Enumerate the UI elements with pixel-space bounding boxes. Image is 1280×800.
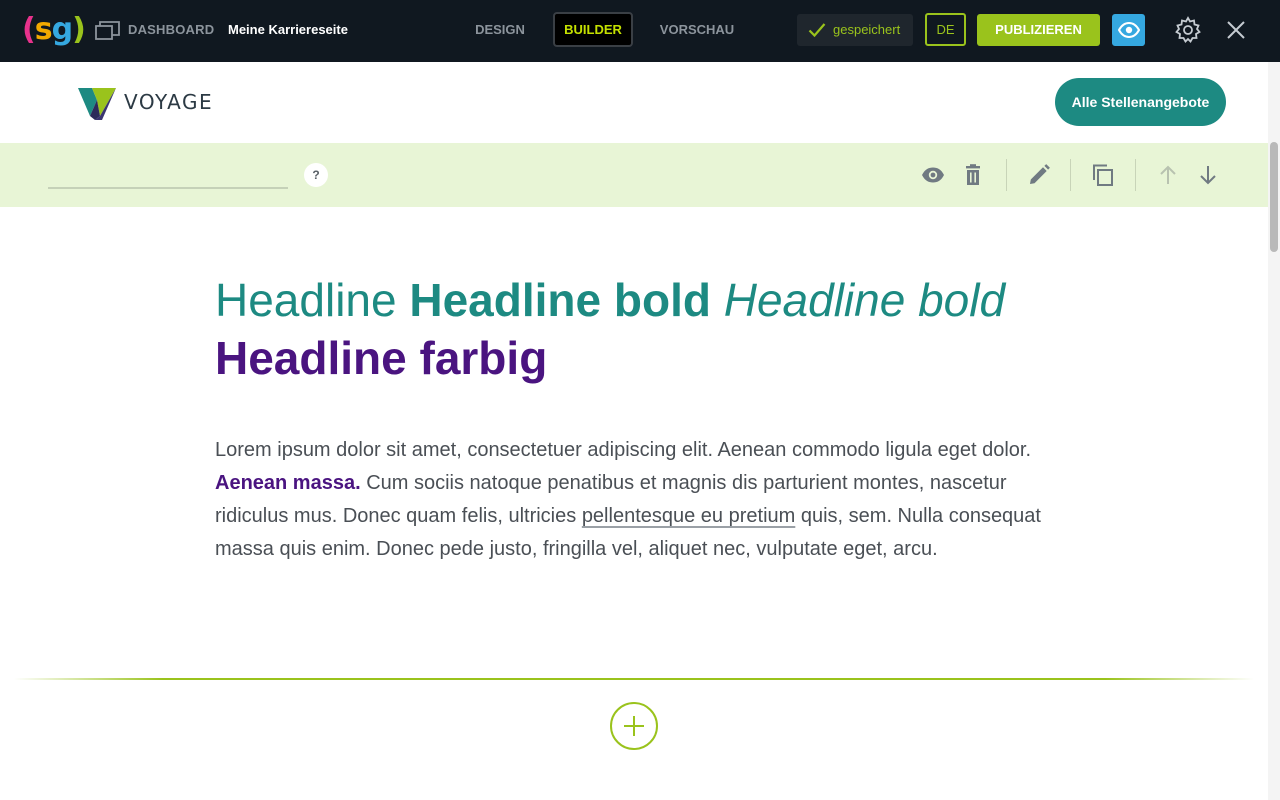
headline-normal: Headline	[215, 274, 397, 326]
tab-preview[interactable]: VORSCHAU	[652, 12, 742, 47]
dashboard-link[interactable]: DASHBOARD	[128, 22, 214, 37]
body-paragraph[interactable]: Lorem ipsum dolor sit amet, consectetuer…	[215, 434, 1055, 566]
language-button[interactable]: DE	[925, 13, 966, 46]
paragraph-link[interactable]: pellentesque eu pretium	[582, 505, 795, 527]
paragraph-strong: Aenean massa.	[215, 472, 361, 494]
arrow-up-icon[interactable]	[1156, 163, 1180, 187]
help-button[interactable]: ?	[304, 163, 328, 187]
eye-icon[interactable]	[921, 163, 945, 187]
toolbar-separator	[1070, 159, 1071, 191]
app-topbar: (sg) DASHBOARD Meine Karriereseite DESIG…	[0, 0, 1280, 62]
copy-icon[interactable]	[1091, 163, 1115, 187]
brand-name: VOYAGE	[124, 90, 214, 114]
saved-status-label: gespeichert	[833, 22, 901, 37]
add-section-button[interactable]	[610, 702, 658, 750]
headline-colored: Headline farbig	[215, 332, 548, 384]
tab-builder[interactable]: BUILDER	[553, 12, 633, 47]
toolbar-separator	[1135, 159, 1136, 191]
trash-icon[interactable]	[961, 163, 985, 187]
content-section: Headline Headline bold Headline bold Hea…	[0, 207, 1268, 800]
page-scrollbar[interactable]	[1268, 62, 1280, 800]
all-jobs-button[interactable]: Alle Stellenangebote	[1055, 78, 1226, 126]
site-title: Meine Karriereseite	[228, 22, 348, 37]
toolbar-separator	[1006, 159, 1007, 191]
headline[interactable]: Headline Headline bold Headline bold Hea…	[215, 271, 1075, 387]
layers-icon[interactable]	[95, 19, 121, 41]
voyage-logo-icon	[78, 88, 116, 120]
preview-eye-button[interactable]	[1112, 14, 1145, 46]
saved-status-badge: gespeichert	[797, 14, 913, 46]
pencil-icon[interactable]	[1027, 163, 1051, 187]
scrollbar-thumb[interactable]	[1270, 142, 1278, 252]
publish-button[interactable]: PUBLIZIEREN	[977, 14, 1100, 46]
close-icon[interactable]	[1223, 17, 1249, 43]
section-toolbar: ?	[0, 143, 1268, 207]
eye-icon	[1118, 22, 1140, 38]
check-icon	[808, 23, 826, 38]
section-name-input[interactable]	[48, 157, 288, 189]
headline-bold: Headline bold	[409, 274, 711, 326]
plus-icon	[624, 716, 644, 736]
app-logo[interactable]: (sg)	[22, 9, 86, 51]
site-header: VOYAGE Alle Stellenangebote	[0, 62, 1268, 143]
arrow-down-icon[interactable]	[1196, 163, 1220, 187]
gear-icon[interactable]	[1173, 15, 1203, 45]
section-divider	[14, 678, 1254, 680]
paragraph-text: Lorem ipsum dolor sit amet, consectetuer…	[215, 439, 1032, 461]
headline-italic: Headline bold	[723, 274, 1006, 326]
tab-design[interactable]: DESIGN	[465, 12, 535, 47]
